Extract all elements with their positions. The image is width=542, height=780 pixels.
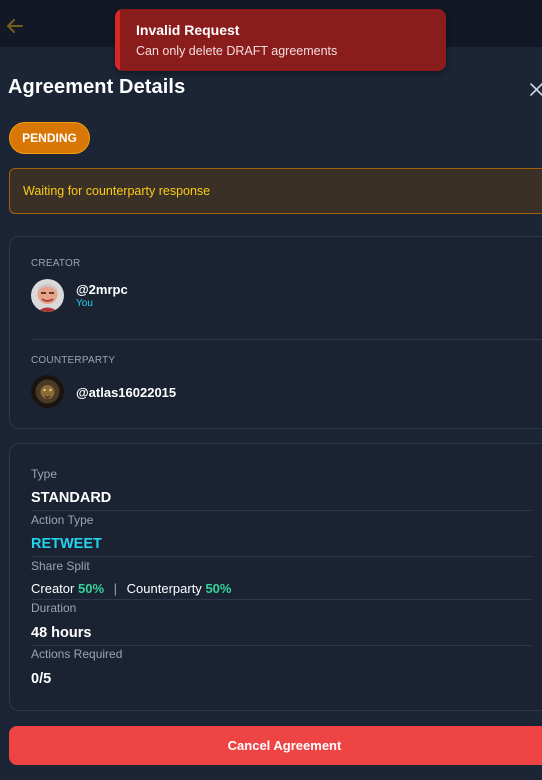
- action-type-label: Action Type: [31, 513, 94, 527]
- page-title: Agreement Details: [8, 76, 186, 98]
- split-separator: |: [113, 581, 118, 596]
- row-divider: [31, 510, 532, 511]
- counterparty-avatar[interactable]: [31, 375, 64, 408]
- parties-card: CREATOR @2mrpc You COUNTERPARTY @atlas16…: [9, 236, 542, 429]
- creator-you-tag: You: [76, 298, 93, 309]
- creator-label: CREATOR: [31, 258, 81, 269]
- status-notice-text: Waiting for counterparty response: [23, 184, 211, 198]
- type-label: Type: [31, 467, 58, 481]
- duration-label: Duration: [31, 601, 77, 615]
- counterparty-label: COUNTERPARTY: [31, 355, 116, 366]
- status-badge: PENDING: [9, 122, 90, 154]
- actions-required-label: Actions Required: [31, 647, 123, 661]
- creator-avatar[interactable]: [31, 279, 64, 312]
- split-counterparty-percent: 50%: [205, 581, 232, 596]
- share-split-label: Share Split: [31, 559, 90, 573]
- status-notice: Waiting for counterparty response: [9, 168, 542, 214]
- parties-divider: [31, 339, 542, 340]
- split-counterparty-word: Counterparty: [126, 581, 202, 596]
- error-toast[interactable]: Invalid Request Can only delete DRAFT ag…: [115, 9, 446, 71]
- close-icon[interactable]: [528, 80, 542, 98]
- row-divider: [31, 556, 532, 557]
- row-divider: [31, 599, 532, 600]
- action-type-value: RETWEET: [31, 536, 102, 552]
- duration-value: 48 hours: [31, 625, 92, 641]
- type-value: STANDARD: [31, 490, 112, 506]
- toast-title: Invalid Request: [136, 22, 240, 38]
- share-split-value: Creator 50% | Counterparty 50%: [31, 581, 231, 596]
- split-creator-word: Creator: [31, 581, 75, 596]
- toast-message: Can only delete DRAFT agreements: [136, 44, 338, 58]
- creator-handle: @2mrpc: [76, 282, 128, 297]
- actions-required-value: 0/5: [31, 671, 52, 687]
- arrow-left-icon[interactable]: [6, 17, 24, 35]
- toast-accent-bar: [115, 9, 120, 71]
- cancel-agreement-button[interactable]: Cancel Agreement: [9, 726, 542, 765]
- row-divider: [31, 645, 532, 646]
- counterparty-handle: @atlas16022015: [76, 385, 177, 400]
- split-creator-percent: 50%: [77, 581, 105, 596]
- details-card: Type STANDARD Action Type RETWEET Share …: [9, 443, 542, 711]
